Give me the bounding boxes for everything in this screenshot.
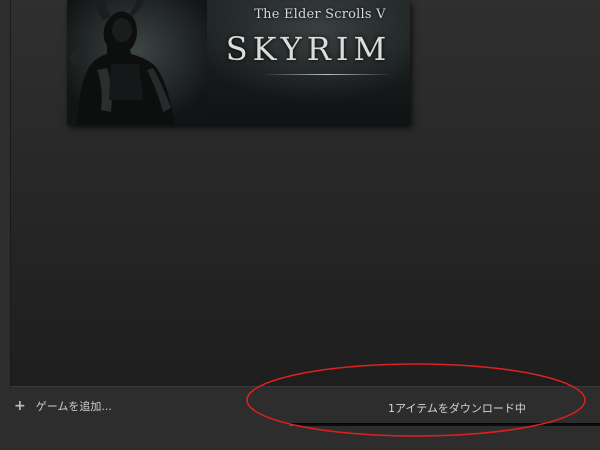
- download-progress-bar: [290, 423, 600, 426]
- game-tile-skyrim[interactable]: The Elder Scrolls V SKYRIM: [67, 0, 410, 125]
- download-status-text: 1アイテムをダウンロード中: [388, 402, 526, 415]
- game-title: SKYRIM: [225, 30, 392, 68]
- game-subtitle: The Elder Scrolls V: [254, 7, 386, 22]
- add-game-label: ゲームを追加...: [35, 400, 112, 413]
- plus-icon: +: [14, 398, 26, 414]
- game-library-panel: The Elder Scrolls V SKYRIM: [10, 0, 600, 387]
- download-progress-fill: [290, 424, 294, 426]
- download-status[interactable]: 1アイテムをダウンロード中: [290, 398, 600, 428]
- dragonborn-artwork: [67, 0, 207, 125]
- title-divider: [262, 74, 392, 75]
- add-game-button[interactable]: + ゲームを追加...: [14, 397, 112, 415]
- steam-library-window: The Elder Scrolls V SKYRIM + ゲームを追加... 1…: [0, 0, 600, 450]
